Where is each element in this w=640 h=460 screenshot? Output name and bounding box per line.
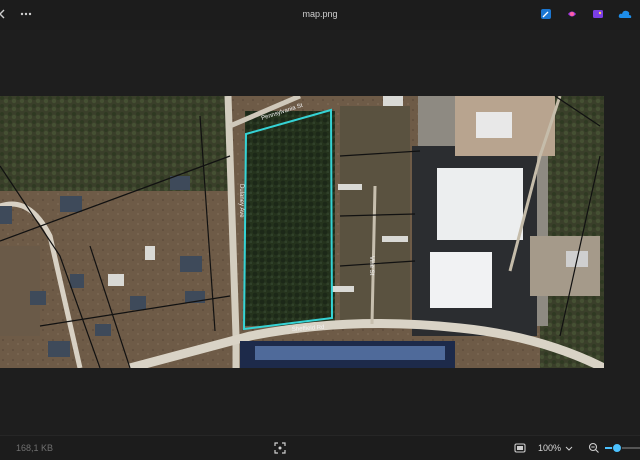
aerial-map-image: Pennsylvania St Dulaney Ave Vine St Shef… [0, 96, 604, 368]
status-bar: 168,1 KB 100% [0, 435, 640, 460]
clipchamp-icon[interactable] [565, 7, 579, 21]
view-mode-icon[interactable] [513, 441, 527, 455]
file-size: 168,1 KB [16, 443, 54, 453]
title-bar: map.png [0, 0, 640, 30]
chevron-down-icon [565, 446, 573, 451]
photos-app-icon[interactable] [591, 7, 605, 21]
zoom-slider-thumb[interactable] [611, 443, 622, 453]
road-label-center-vertical: Vine St [368, 256, 374, 276]
zoom-level-dropdown[interactable]: 100% [534, 440, 577, 456]
zoom-slider[interactable] [605, 443, 640, 453]
zoom-out-icon[interactable] [587, 441, 601, 455]
edit-icon[interactable] [539, 7, 553, 21]
fit-screen-icon[interactable] [273, 441, 287, 455]
zoom-level-value: 100% [538, 443, 562, 453]
road-label-left-vertical: Dulaney Ave [238, 184, 244, 218]
onedrive-icon[interactable] [618, 7, 632, 21]
